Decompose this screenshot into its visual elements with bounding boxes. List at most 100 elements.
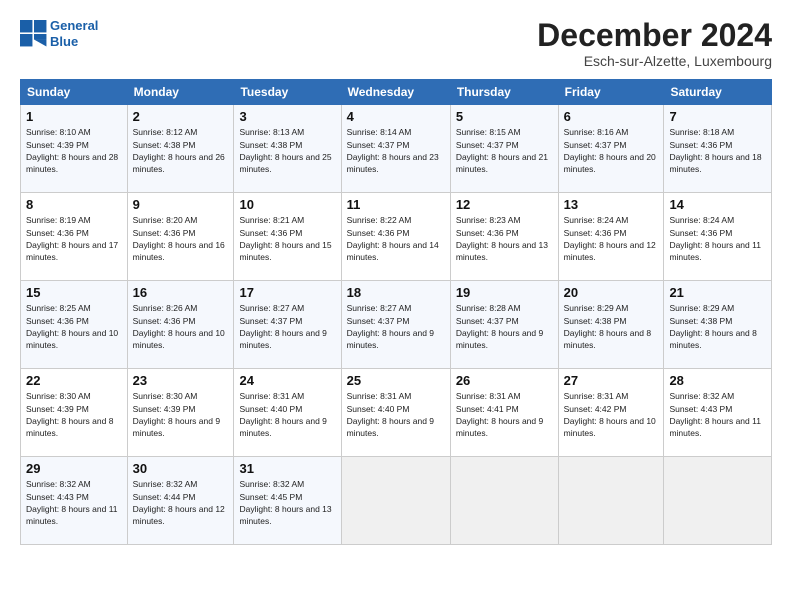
- day-number: 12: [456, 197, 553, 212]
- weekday-header-friday: Friday: [558, 80, 664, 105]
- calendar-cell: 20 Sunrise: 8:29 AMSunset: 4:38 PMDaylig…: [558, 281, 664, 369]
- calendar-week-1: 1 Sunrise: 8:10 AMSunset: 4:39 PMDayligh…: [21, 105, 772, 193]
- day-number: 25: [347, 373, 445, 388]
- day-number: 4: [347, 109, 445, 124]
- day-number: 15: [26, 285, 122, 300]
- day-number: 28: [669, 373, 766, 388]
- calendar-cell: 12 Sunrise: 8:23 AMSunset: 4:36 PMDaylig…: [450, 193, 558, 281]
- day-info: Sunrise: 8:14 AMSunset: 4:37 PMDaylight:…: [347, 126, 445, 175]
- weekday-header-tuesday: Tuesday: [234, 80, 341, 105]
- calendar-cell: 31 Sunrise: 8:32 AMSunset: 4:45 PMDaylig…: [234, 457, 341, 545]
- calendar-cell: 3 Sunrise: 8:13 AMSunset: 4:38 PMDayligh…: [234, 105, 341, 193]
- day-number: 19: [456, 285, 553, 300]
- month-title: December 2024: [537, 18, 772, 53]
- calendar-cell: 30 Sunrise: 8:32 AMSunset: 4:44 PMDaylig…: [127, 457, 234, 545]
- day-number: 11: [347, 197, 445, 212]
- day-info: Sunrise: 8:12 AMSunset: 4:38 PMDaylight:…: [133, 126, 229, 175]
- day-info: Sunrise: 8:28 AMSunset: 4:37 PMDaylight:…: [456, 302, 553, 351]
- calendar-cell: 27 Sunrise: 8:31 AMSunset: 4:42 PMDaylig…: [558, 369, 664, 457]
- calendar-week-3: 15 Sunrise: 8:25 AMSunset: 4:36 PMDaylig…: [21, 281, 772, 369]
- day-number: 20: [564, 285, 659, 300]
- day-number: 14: [669, 197, 766, 212]
- day-info: Sunrise: 8:25 AMSunset: 4:36 PMDaylight:…: [26, 302, 122, 351]
- calendar-cell: 14 Sunrise: 8:24 AMSunset: 4:36 PMDaylig…: [664, 193, 772, 281]
- day-info: Sunrise: 8:32 AMSunset: 4:43 PMDaylight:…: [669, 390, 766, 439]
- day-info: Sunrise: 8:26 AMSunset: 4:36 PMDaylight:…: [133, 302, 229, 351]
- day-info: Sunrise: 8:10 AMSunset: 4:39 PMDaylight:…: [26, 126, 122, 175]
- calendar-cell: 13 Sunrise: 8:24 AMSunset: 4:36 PMDaylig…: [558, 193, 664, 281]
- day-info: Sunrise: 8:30 AMSunset: 4:39 PMDaylight:…: [26, 390, 122, 439]
- logo-icon: [20, 20, 48, 48]
- day-info: Sunrise: 8:31 AMSunset: 4:40 PMDaylight:…: [239, 390, 335, 439]
- weekday-header-saturday: Saturday: [664, 80, 772, 105]
- day-info: Sunrise: 8:19 AMSunset: 4:36 PMDaylight:…: [26, 214, 122, 263]
- calendar-cell: 26 Sunrise: 8:31 AMSunset: 4:41 PMDaylig…: [450, 369, 558, 457]
- calendar-cell: 5 Sunrise: 8:15 AMSunset: 4:37 PMDayligh…: [450, 105, 558, 193]
- calendar-cell: [558, 457, 664, 545]
- calendar-cell: 10 Sunrise: 8:21 AMSunset: 4:36 PMDaylig…: [234, 193, 341, 281]
- calendar-table: SundayMondayTuesdayWednesdayThursdayFrid…: [20, 79, 772, 545]
- day-number: 16: [133, 285, 229, 300]
- calendar-cell: 21 Sunrise: 8:29 AMSunset: 4:38 PMDaylig…: [664, 281, 772, 369]
- day-number: 23: [133, 373, 229, 388]
- day-info: Sunrise: 8:29 AMSunset: 4:38 PMDaylight:…: [564, 302, 659, 351]
- day-number: 24: [239, 373, 335, 388]
- day-info: Sunrise: 8:27 AMSunset: 4:37 PMDaylight:…: [239, 302, 335, 351]
- calendar-cell: 6 Sunrise: 8:16 AMSunset: 4:37 PMDayligh…: [558, 105, 664, 193]
- day-info: Sunrise: 8:31 AMSunset: 4:40 PMDaylight:…: [347, 390, 445, 439]
- weekday-header-sunday: Sunday: [21, 80, 128, 105]
- day-info: Sunrise: 8:16 AMSunset: 4:37 PMDaylight:…: [564, 126, 659, 175]
- calendar-cell: [664, 457, 772, 545]
- calendar-cell: 25 Sunrise: 8:31 AMSunset: 4:40 PMDaylig…: [341, 369, 450, 457]
- calendar-cell: [341, 457, 450, 545]
- day-number: 2: [133, 109, 229, 124]
- day-number: 17: [239, 285, 335, 300]
- day-number: 22: [26, 373, 122, 388]
- day-info: Sunrise: 8:32 AMSunset: 4:44 PMDaylight:…: [133, 478, 229, 527]
- calendar-cell: 11 Sunrise: 8:22 AMSunset: 4:36 PMDaylig…: [341, 193, 450, 281]
- calendar-cell: 24 Sunrise: 8:31 AMSunset: 4:40 PMDaylig…: [234, 369, 341, 457]
- calendar-cell: 1 Sunrise: 8:10 AMSunset: 4:39 PMDayligh…: [21, 105, 128, 193]
- day-number: 18: [347, 285, 445, 300]
- day-info: Sunrise: 8:21 AMSunset: 4:36 PMDaylight:…: [239, 214, 335, 263]
- calendar-week-5: 29 Sunrise: 8:32 AMSunset: 4:43 PMDaylig…: [21, 457, 772, 545]
- day-number: 6: [564, 109, 659, 124]
- logo: General Blue: [20, 18, 98, 49]
- day-info: Sunrise: 8:24 AMSunset: 4:36 PMDaylight:…: [564, 214, 659, 263]
- day-info: Sunrise: 8:13 AMSunset: 4:38 PMDaylight:…: [239, 126, 335, 175]
- weekday-header-monday: Monday: [127, 80, 234, 105]
- day-info: Sunrise: 8:31 AMSunset: 4:42 PMDaylight:…: [564, 390, 659, 439]
- calendar-header-row: SundayMondayTuesdayWednesdayThursdayFrid…: [21, 80, 772, 105]
- day-number: 10: [239, 197, 335, 212]
- day-info: Sunrise: 8:15 AMSunset: 4:37 PMDaylight:…: [456, 126, 553, 175]
- location-subtitle: Esch-sur-Alzette, Luxembourg: [537, 53, 772, 69]
- day-number: 26: [456, 373, 553, 388]
- day-info: Sunrise: 8:23 AMSunset: 4:36 PMDaylight:…: [456, 214, 553, 263]
- weekday-header-thursday: Thursday: [450, 80, 558, 105]
- day-number: 1: [26, 109, 122, 124]
- calendar-cell: 8 Sunrise: 8:19 AMSunset: 4:36 PMDayligh…: [21, 193, 128, 281]
- calendar-cell: 2 Sunrise: 8:12 AMSunset: 4:38 PMDayligh…: [127, 105, 234, 193]
- day-info: Sunrise: 8:27 AMSunset: 4:37 PMDaylight:…: [347, 302, 445, 351]
- header: General Blue December 2024 Esch-sur-Alze…: [20, 18, 772, 69]
- day-info: Sunrise: 8:30 AMSunset: 4:39 PMDaylight:…: [133, 390, 229, 439]
- calendar-cell: [450, 457, 558, 545]
- day-number: 5: [456, 109, 553, 124]
- calendar-cell: 4 Sunrise: 8:14 AMSunset: 4:37 PMDayligh…: [341, 105, 450, 193]
- weekday-header-wednesday: Wednesday: [341, 80, 450, 105]
- day-info: Sunrise: 8:18 AMSunset: 4:36 PMDaylight:…: [669, 126, 766, 175]
- calendar-cell: 15 Sunrise: 8:25 AMSunset: 4:36 PMDaylig…: [21, 281, 128, 369]
- calendar-cell: 17 Sunrise: 8:27 AMSunset: 4:37 PMDaylig…: [234, 281, 341, 369]
- day-info: Sunrise: 8:31 AMSunset: 4:41 PMDaylight:…: [456, 390, 553, 439]
- day-info: Sunrise: 8:22 AMSunset: 4:36 PMDaylight:…: [347, 214, 445, 263]
- calendar-cell: 9 Sunrise: 8:20 AMSunset: 4:36 PMDayligh…: [127, 193, 234, 281]
- day-number: 27: [564, 373, 659, 388]
- calendar-cell: 22 Sunrise: 8:30 AMSunset: 4:39 PMDaylig…: [21, 369, 128, 457]
- day-number: 8: [26, 197, 122, 212]
- calendar-cell: 19 Sunrise: 8:28 AMSunset: 4:37 PMDaylig…: [450, 281, 558, 369]
- calendar-cell: 28 Sunrise: 8:32 AMSunset: 4:43 PMDaylig…: [664, 369, 772, 457]
- title-area: December 2024 Esch-sur-Alzette, Luxembou…: [537, 18, 772, 69]
- day-info: Sunrise: 8:32 AMSunset: 4:43 PMDaylight:…: [26, 478, 122, 527]
- day-number: 31: [239, 461, 335, 476]
- calendar-week-2: 8 Sunrise: 8:19 AMSunset: 4:36 PMDayligh…: [21, 193, 772, 281]
